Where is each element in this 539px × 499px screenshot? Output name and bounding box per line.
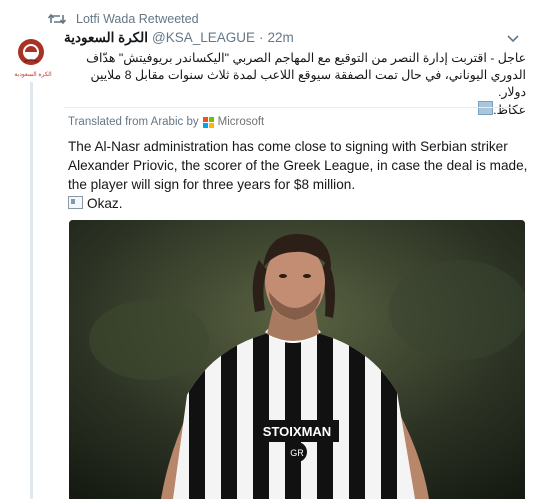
tweet-text-arabic: عاجل - اقتربت إدارة النصر من التوقيع مع … xyxy=(64,50,526,119)
retweeted-by-text[interactable]: Lotfi Wada Retweeted xyxy=(76,12,199,26)
tweet-text-arabic-body: عاجل - اقتربت إدارة النصر من التوقيع مع … xyxy=(86,51,526,99)
tweet-source-arabic: عكاظ. xyxy=(493,103,526,117)
caret-down-icon[interactable] xyxy=(507,34,519,44)
translation-attribution: Translated from Arabic by Microsoft xyxy=(68,116,264,128)
shirt-sponsor-text: STOIXMAN xyxy=(263,424,331,439)
tweet-header: الكرة السعودية @KSA_LEAGUE · 22m xyxy=(64,30,294,48)
translated-text: The Al-Nasr administration has come clos… xyxy=(68,137,528,213)
timestamp[interactable]: 22m xyxy=(268,30,294,45)
retweet-context: Lotfi Wada Retweeted xyxy=(48,11,199,27)
translation-provider[interactable]: Microsoft xyxy=(218,116,265,128)
tweet-photo[interactable]: STOIXMAN GR xyxy=(69,220,525,499)
newspaper-icon xyxy=(68,196,83,209)
username-handle[interactable]: @KSA_LEAGUE xyxy=(152,30,255,45)
retweet-icon xyxy=(48,13,66,25)
avatar-caption: الكرة السعودية xyxy=(14,72,52,78)
microsoft-logo-icon xyxy=(202,116,214,128)
translated-source: Okaz. xyxy=(87,196,123,211)
translated-body: The Al-Nasr administration has come clos… xyxy=(68,139,528,192)
avatar[interactable] xyxy=(14,36,48,70)
translation-divider xyxy=(64,107,524,108)
display-name[interactable]: الكرة السعودية xyxy=(64,30,148,46)
separator-dot: · xyxy=(259,30,264,45)
thread-line xyxy=(30,82,33,499)
newspaper-icon xyxy=(478,101,494,115)
translated-label: Translated from Arabic by xyxy=(68,116,199,128)
shirt-badge-text: GR xyxy=(290,448,304,458)
